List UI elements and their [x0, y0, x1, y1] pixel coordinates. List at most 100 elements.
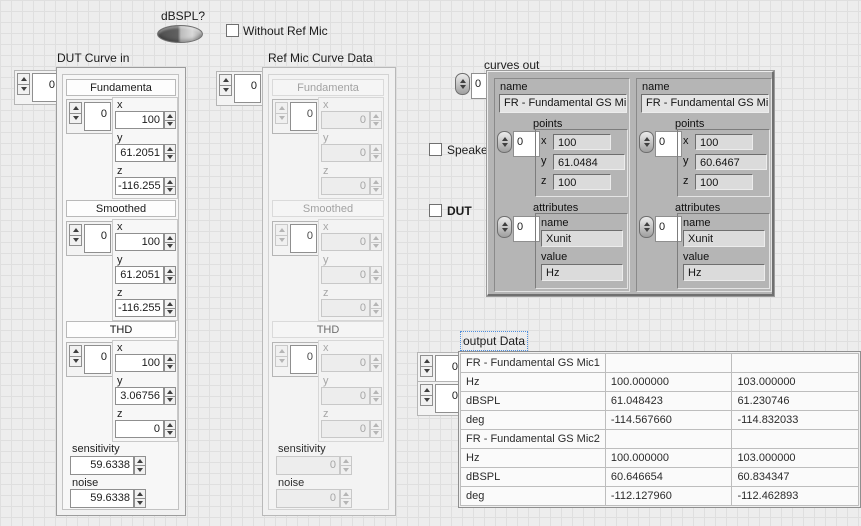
y-field[interactable]: 3.06756	[115, 387, 164, 405]
spin-up-icon[interactable]	[164, 177, 176, 187]
spin-down-icon[interactable]	[17, 85, 30, 96]
spin-up-icon[interactable]	[460, 79, 466, 83]
z-spinner	[370, 299, 382, 317]
spin-down-icon[interactable]	[164, 187, 176, 196]
spin-up-icon[interactable]	[644, 222, 650, 226]
spin-up-icon[interactable]	[219, 74, 232, 86]
spin-up-icon[interactable]	[164, 111, 176, 121]
attributes-index[interactable]: 0	[639, 216, 682, 242]
x-spinner[interactable]	[164, 233, 176, 251]
spin-down-icon[interactable]	[502, 143, 508, 147]
index-spinner[interactable]	[497, 216, 512, 238]
y-field[interactable]: 61.2051	[115, 144, 164, 162]
spin-up-icon[interactable]	[164, 233, 176, 243]
index-spinner[interactable]	[69, 102, 82, 124]
spin-down-icon[interactable]	[164, 397, 176, 406]
spin-up-icon[interactable]	[420, 355, 433, 367]
spin-up-icon[interactable]	[164, 420, 176, 430]
points-index[interactable]: 0	[639, 131, 682, 157]
spin-down-icon[interactable]	[69, 236, 82, 247]
spin-up-icon[interactable]	[134, 489, 146, 499]
dbspl-toggle-switch[interactable]	[157, 25, 203, 43]
spin-down-icon[interactable]	[69, 114, 82, 125]
spin-down-icon[interactable]	[502, 228, 508, 232]
spin-down-icon[interactable]	[69, 357, 82, 368]
dut-array-index[interactable]: 0	[14, 70, 62, 105]
without-ref-mic-checkbox[interactable]	[226, 24, 239, 37]
noise-field[interactable]: 59.6338	[70, 489, 134, 508]
points-index[interactable]: 0	[497, 131, 540, 157]
thd-group-label: THD	[272, 321, 384, 338]
x-field[interactable]: 100	[115, 354, 164, 372]
spin-up-icon[interactable]	[69, 224, 82, 236]
index-spinner[interactable]	[455, 73, 470, 95]
spin-up-icon[interactable]	[17, 73, 30, 85]
spin-up-icon[interactable]	[420, 384, 433, 396]
dut-checkbox[interactable]	[429, 204, 442, 217]
index-value[interactable]: 0	[32, 73, 59, 102]
index-spinner[interactable]	[420, 384, 433, 406]
spin-down-icon[interactable]	[164, 364, 176, 373]
index-spinner[interactable]	[497, 131, 512, 153]
spin-down-icon[interactable]	[164, 430, 176, 439]
speaker-checkbox[interactable]	[429, 143, 442, 156]
z-spinner[interactable]	[164, 177, 176, 195]
spin-down-icon[interactable]	[420, 396, 433, 407]
x-field[interactable]: 100	[115, 233, 164, 251]
spin-down-icon[interactable]	[460, 85, 466, 89]
spin-up-icon[interactable]	[134, 456, 146, 466]
spin-down-icon[interactable]	[164, 121, 176, 130]
spin-down-icon[interactable]	[644, 143, 650, 147]
z-field[interactable]: -116.255	[115, 299, 164, 317]
spin-down-icon[interactable]	[134, 499, 146, 508]
spin-down-icon[interactable]	[134, 466, 146, 475]
spin-down-icon[interactable]	[164, 154, 176, 163]
y-spinner[interactable]	[164, 266, 176, 284]
spin-up-icon[interactable]	[164, 144, 176, 154]
spin-up-icon[interactable]	[69, 345, 82, 357]
index-value[interactable]: 0	[84, 224, 111, 253]
smoothed-index[interactable]: 0	[66, 221, 114, 256]
spin-up-icon[interactable]	[164, 354, 176, 364]
spin-down-icon[interactable]	[219, 86, 232, 97]
x-field[interactable]: 100	[115, 111, 164, 129]
z-spinner[interactable]	[164, 420, 176, 438]
index-value[interactable]: 0	[84, 345, 111, 374]
index-value[interactable]: 0	[84, 102, 111, 131]
thd-index[interactable]: 0	[66, 342, 114, 377]
attributes-index[interactable]: 0	[497, 216, 540, 242]
noise-spinner[interactable]	[134, 489, 146, 508]
spin-up-icon[interactable]	[69, 102, 82, 114]
ref-mic-array-index[interactable]: 0	[216, 71, 264, 106]
z-field[interactable]: -116.255	[115, 177, 164, 195]
index-value[interactable]: 0	[234, 74, 261, 103]
spin-up-icon[interactable]	[502, 222, 508, 226]
z-field[interactable]: 0	[115, 420, 164, 438]
spin-up-icon[interactable]	[164, 387, 176, 397]
index-spinner[interactable]	[639, 131, 654, 153]
spin-down-icon[interactable]	[644, 228, 650, 232]
index-spinner[interactable]	[219, 74, 232, 96]
spin-up-icon[interactable]	[164, 299, 176, 309]
x-spinner[interactable]	[164, 111, 176, 129]
y-spinner[interactable]	[164, 144, 176, 162]
spin-down-icon[interactable]	[420, 367, 433, 378]
fundamental-index[interactable]: 0	[66, 99, 114, 134]
sensitivity-field[interactable]: 59.6338	[70, 456, 134, 475]
index-spinner[interactable]	[69, 224, 82, 246]
index-spinner[interactable]	[639, 216, 654, 238]
y-field[interactable]: 61.2051	[115, 266, 164, 284]
index-spinner[interactable]	[69, 345, 82, 367]
spin-up-icon[interactable]	[164, 266, 176, 276]
spin-down-icon[interactable]	[164, 309, 176, 318]
spin-up-icon[interactable]	[502, 137, 508, 141]
spin-down-icon[interactable]	[164, 276, 176, 285]
x-spinner[interactable]	[164, 354, 176, 372]
index-spinner[interactable]	[17, 73, 30, 95]
z-spinner[interactable]	[164, 299, 176, 317]
sensitivity-spinner[interactable]	[134, 456, 146, 475]
spin-up-icon[interactable]	[644, 137, 650, 141]
index-spinner[interactable]	[420, 355, 433, 377]
y-spinner[interactable]	[164, 387, 176, 405]
spin-down-icon[interactable]	[164, 243, 176, 252]
